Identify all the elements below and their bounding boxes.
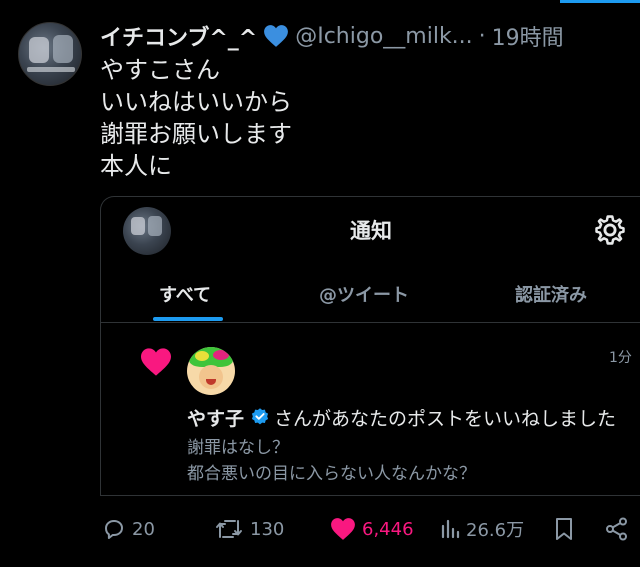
notification-tabs: すべて @ツイート 認証済み xyxy=(101,261,640,323)
author-display-name[interactable]: イチコンブ^_^ xyxy=(100,20,257,52)
tweet-text-line: いいねはいいから xyxy=(100,88,292,116)
notification-action-text: さんがあなたのポストをいいねしました xyxy=(274,407,617,430)
repost-button[interactable]: 130 xyxy=(214,512,284,546)
author-handle[interactable]: @Ichigo__milk... xyxy=(295,24,472,49)
tab-verified: 認証済み xyxy=(515,285,587,306)
repost-icon xyxy=(216,520,242,538)
reply-count: 20 xyxy=(132,518,155,540)
like-button[interactable]: 6,446 xyxy=(330,512,414,546)
active-tab-indicator xyxy=(153,317,223,321)
tweet-text: やすこさん いいねはいいから 謝罪お願いします 本人に xyxy=(100,54,620,182)
top-progress-bar xyxy=(560,0,640,3)
author-avatar[interactable] xyxy=(18,22,82,86)
verified-icon xyxy=(251,408,269,425)
share-button[interactable] xyxy=(604,512,636,546)
views-count: 26.6万 xyxy=(466,520,525,541)
gear-icon xyxy=(595,215,625,245)
notifications-title: 通知 xyxy=(350,219,392,243)
reply-icon xyxy=(105,520,123,539)
tweet-actions: 20 130 6,446 26.6万 xyxy=(100,512,640,546)
separator-dot: · xyxy=(478,23,486,49)
like-count: 6,446 xyxy=(362,518,414,540)
liked-post-preview: 謝罪はなし？ 都合悪いの目に入らない人なんかな？ xyxy=(187,435,476,487)
notification-text: やす子 さんがあなたのポストをいいねしました xyxy=(187,403,616,431)
views-icon xyxy=(441,519,460,539)
liked-post-line: 謝罪はなし？ xyxy=(187,438,289,458)
bookmark-icon xyxy=(556,518,572,540)
like-icon xyxy=(331,518,355,540)
heart-icon xyxy=(141,348,171,376)
tweet-text-line: 謝罪お願いします xyxy=(100,120,292,148)
tab-mentions: @ツイート xyxy=(319,285,409,306)
views-button[interactable]: 26.6万 xyxy=(440,512,524,546)
tweet-text-line: やすこさん xyxy=(100,56,220,84)
tweet-header: イチコンブ^_^ @Ichigo__milk... · 19時間 xyxy=(100,18,630,54)
reply-button[interactable]: 20 xyxy=(102,512,155,546)
tweet-text-line: 本人に xyxy=(100,152,172,180)
tweet-timestamp[interactable]: 19時間 xyxy=(492,20,564,52)
bookmark-button[interactable] xyxy=(552,512,582,546)
repost-count: 130 xyxy=(250,518,285,540)
blue-heart-icon xyxy=(264,25,289,47)
liker-avatar xyxy=(187,347,235,395)
tab-all: すべて xyxy=(159,285,212,306)
liked-post-line: 都合悪いの目に入らない人なんかな？ xyxy=(187,464,476,484)
notification-time: 1分 xyxy=(609,350,632,366)
liker-name: やす子 xyxy=(187,407,245,430)
share-icon xyxy=(606,517,627,541)
attached-screenshot[interactable]: 通知 すべて @ツイート 認証済み 1分 やす子 さんがあなたのポストをいいねし… xyxy=(100,196,640,496)
